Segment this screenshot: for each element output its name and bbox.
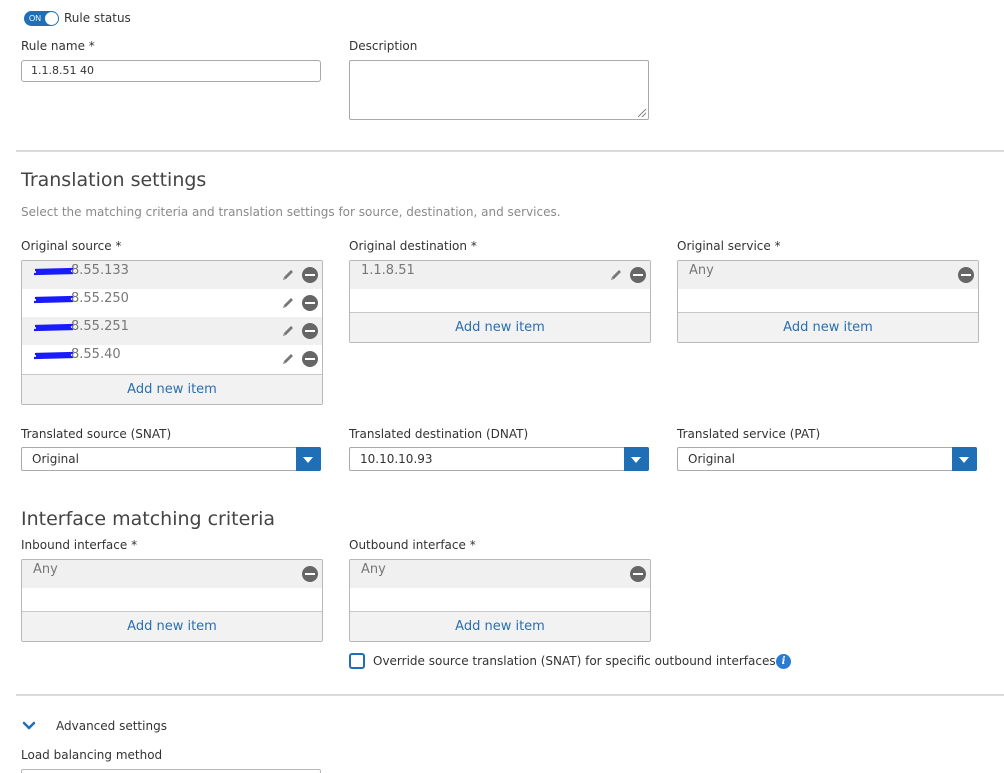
info-icon[interactable]: i	[776, 654, 791, 669]
inbound-interface-label: Inbound interface *	[21, 538, 138, 552]
override-snat-checkbox[interactable]	[349, 653, 365, 669]
list-item: 8.55.133	[22, 261, 322, 289]
pencil-icon[interactable]	[280, 323, 296, 339]
add-new-item-button[interactable]: Add new item	[678, 312, 978, 342]
redaction-scribble	[33, 351, 74, 359]
divider	[16, 150, 1004, 152]
original-destination-list: 1.1.8.51 Add new item	[349, 260, 651, 343]
rule-name-input[interactable]: 1.1.8.51 40	[21, 60, 321, 82]
translated-service-label: Translated service (PAT)	[677, 427, 821, 441]
advanced-settings-toggle[interactable]: Advanced settings	[56, 719, 167, 733]
outbound-interface-label: Outbound interface *	[349, 538, 476, 552]
original-destination-label: Original destination *	[349, 239, 477, 253]
override-snat-label: Override source translation (SNAT) for s…	[373, 654, 776, 668]
resize-handle[interactable]	[638, 109, 646, 117]
translated-service-select[interactable]: Original	[677, 447, 977, 471]
pencil-icon[interactable]	[280, 267, 296, 283]
translated-service-value: Original	[688, 452, 735, 466]
pencil-icon[interactable]	[280, 351, 296, 367]
translation-settings-desc: Select the matching criteria and transla…	[21, 205, 561, 219]
original-service-label: Original service *	[677, 239, 781, 253]
list-item-text: 8.55.40	[33, 347, 121, 362]
list-item-text: 8.55.133	[33, 263, 129, 278]
list-item-text: Any	[33, 562, 58, 577]
original-service-list: Any Add new item	[677, 260, 979, 343]
list-item: 1.1.8.51	[350, 261, 650, 289]
translated-source-select[interactable]: Original	[21, 447, 321, 471]
list-item-text: 8.55.251	[33, 319, 129, 334]
load-balancing-label: Load balancing method	[21, 748, 163, 762]
remove-icon[interactable]	[630, 267, 646, 283]
translated-destination-value: 10.10.10.93	[360, 452, 433, 466]
remove-icon[interactable]	[302, 295, 318, 311]
rule-status-toggle[interactable]: ON	[24, 11, 59, 26]
inbound-interface-list: Any Add new item	[21, 559, 323, 642]
translated-source-label: Translated source (SNAT)	[21, 427, 172, 441]
dropdown-arrow-icon[interactable]	[952, 447, 977, 471]
description-label: Description	[349, 39, 418, 53]
add-new-item-button[interactable]: Add new item	[22, 374, 322, 404]
remove-icon[interactable]	[302, 566, 318, 582]
list-item: Any	[22, 560, 322, 588]
list-item: 8.55.40	[22, 345, 322, 373]
redaction-scribble	[33, 295, 74, 303]
rule-name-label: Rule name *	[21, 39, 95, 53]
list-item-text: Any	[689, 263, 714, 278]
pencil-icon[interactable]	[280, 295, 296, 311]
add-new-item-button[interactable]: Add new item	[350, 611, 650, 641]
translated-destination-select[interactable]: 10.10.10.93	[349, 447, 649, 471]
chevron-down-icon[interactable]	[22, 721, 36, 731]
rule-status-label: Rule status	[64, 11, 131, 25]
list-item: 8.55.251	[22, 317, 322, 345]
remove-icon[interactable]	[958, 267, 974, 283]
translated-source-value: Original	[32, 452, 79, 466]
translated-destination-label: Translated destination (DNAT)	[349, 427, 529, 441]
interface-matching-title: Interface matching criteria	[21, 508, 276, 530]
remove-icon[interactable]	[302, 323, 318, 339]
list-item: Any	[678, 261, 978, 289]
dropdown-arrow-icon[interactable]	[296, 447, 321, 471]
add-new-item-button[interactable]: Add new item	[350, 312, 650, 342]
outbound-interface-list: Any Add new item	[349, 559, 651, 642]
dropdown-arrow-icon[interactable]	[624, 447, 649, 471]
list-item-text: 1.1.8.51	[361, 263, 415, 278]
toggle-on-text: ON	[29, 14, 41, 23]
redaction-scribble	[33, 323, 74, 331]
list-item-text: 8.55.250	[33, 291, 129, 306]
redaction-scribble	[33, 267, 74, 275]
translation-settings-title: Translation settings	[21, 169, 207, 191]
original-source-list: 8.55.133 8.55.250 8.55.251 8.55.40 Add n…	[21, 260, 323, 405]
remove-icon[interactable]	[302, 351, 318, 367]
divider	[16, 694, 1004, 696]
list-item-text: Any	[361, 562, 386, 577]
pencil-icon[interactable]	[608, 267, 624, 283]
list-item: Any	[350, 560, 650, 588]
toggle-knob	[45, 12, 58, 25]
description-textarea[interactable]	[349, 60, 649, 120]
remove-icon[interactable]	[630, 566, 646, 582]
remove-icon[interactable]	[302, 267, 318, 283]
load-balancing-select[interactable]	[21, 769, 321, 773]
list-item: 8.55.250	[22, 289, 322, 317]
add-new-item-button[interactable]: Add new item	[22, 611, 322, 641]
original-source-label: Original source *	[21, 239, 122, 253]
